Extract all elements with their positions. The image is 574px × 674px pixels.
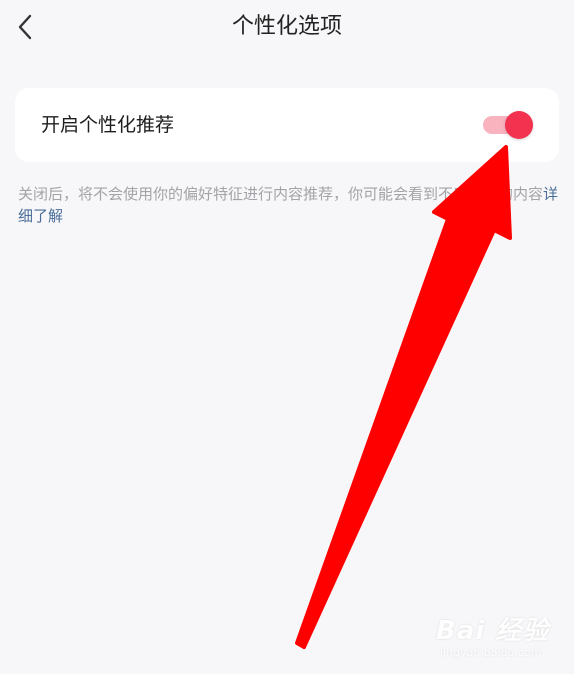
personalized-recommendation-card: 开启个性化推荐 bbox=[15, 88, 559, 162]
personalized-recommendation-toggle[interactable] bbox=[481, 110, 537, 140]
header-bar: 个性化选项 bbox=[0, 0, 574, 54]
baidu-jingyan-watermark: Bai 经验 jingyan.baidu.com bbox=[436, 610, 566, 666]
description-text: 关闭后，将不会使用你的偏好特征进行内容推荐，你可能会看到不感兴趣的内容 bbox=[18, 185, 544, 203]
setting-label: 开启个性化推荐 bbox=[41, 114, 175, 136]
toggle-knob bbox=[505, 111, 533, 139]
watermark-url: jingyan.baidu.com bbox=[440, 646, 542, 659]
page-title: 个性化选项 bbox=[231, 14, 342, 39]
setting-description: 关闭后，将不会使用你的偏好特征进行内容推荐，你可能会看到不感兴趣的内容详细了解 bbox=[18, 183, 563, 227]
watermark-logo: Bai 经验 bbox=[436, 616, 550, 646]
